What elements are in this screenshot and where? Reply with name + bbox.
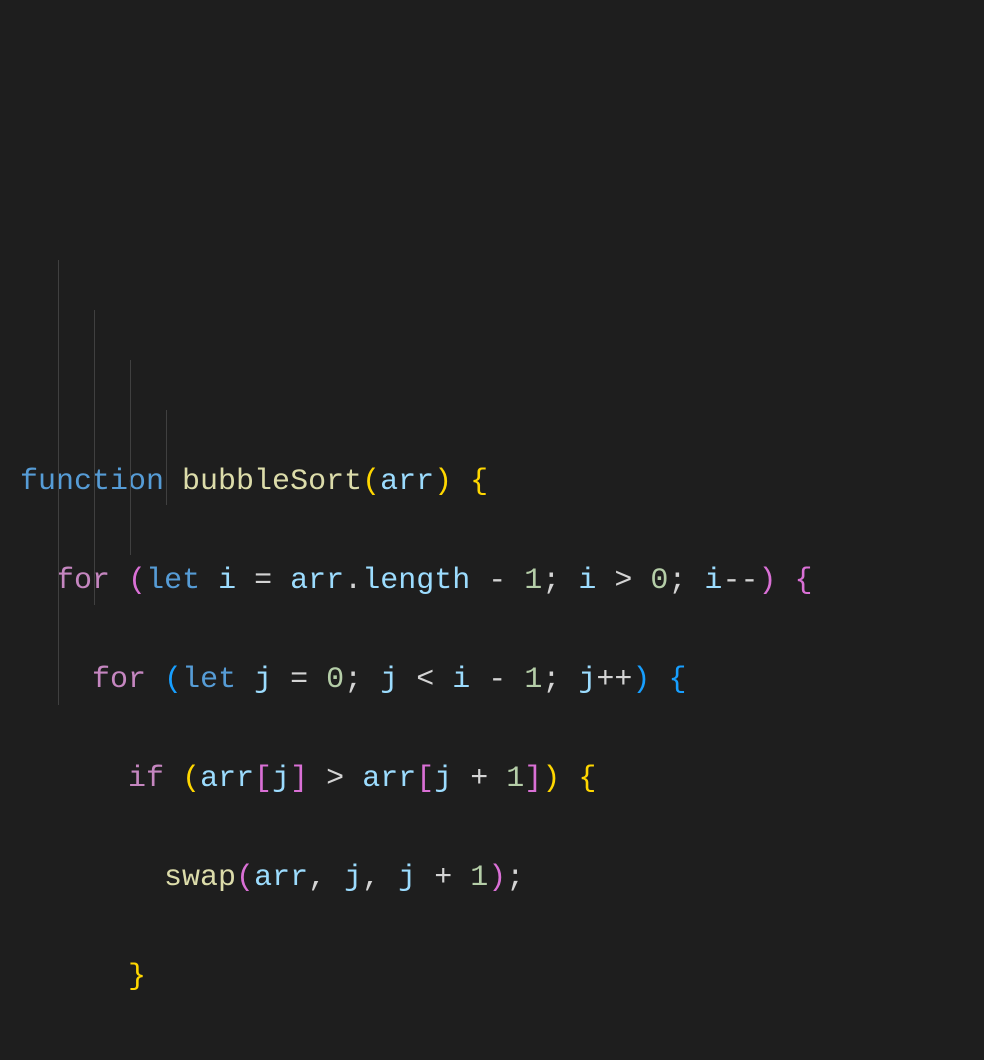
code-line: for (let j = 0; j < i - 1; j++) { — [20, 656, 964, 706]
operator: + — [434, 861, 452, 895]
variable: j — [254, 663, 272, 697]
variable: i — [704, 564, 722, 598]
variable: j — [380, 663, 398, 697]
brace-open: { — [470, 465, 488, 499]
keyword-let: let — [146, 564, 200, 598]
paren-close: ) — [758, 564, 776, 598]
comma: , — [308, 861, 326, 895]
operator: < — [416, 663, 434, 697]
variable: i — [452, 663, 470, 697]
semicolon: ; — [668, 564, 686, 598]
indent-guide — [166, 410, 167, 505]
paren-open: ( — [164, 663, 182, 697]
keyword-if: if — [128, 762, 164, 796]
paren-open: ( — [236, 861, 254, 895]
comma: , — [362, 861, 380, 895]
variable: j — [272, 762, 290, 796]
function-name: bubbleSort — [182, 465, 362, 499]
operator: > — [326, 762, 344, 796]
keyword-for: for — [56, 564, 110, 598]
operator: - — [488, 663, 506, 697]
code-line: for (let i = arr.length - 1; i > 0; i--)… — [20, 557, 964, 607]
bracket-open: [ — [416, 762, 434, 796]
variable: i — [218, 564, 236, 598]
semicolon: ; — [506, 861, 524, 895]
number: 0 — [650, 564, 668, 598]
bracket-open: [ — [254, 762, 272, 796]
keyword-function: function — [20, 465, 164, 499]
paren-open: ( — [128, 564, 146, 598]
operator: = — [254, 564, 272, 598]
semicolon: ; — [542, 564, 560, 598]
variable: j — [578, 663, 596, 697]
operator: > — [614, 564, 632, 598]
code-editor: function bubbleSort(arr) { for (let i = … — [20, 210, 964, 1060]
brace-open: { — [668, 663, 686, 697]
number: 1 — [524, 663, 542, 697]
operator: -- — [722, 564, 758, 598]
property: length — [362, 564, 470, 598]
number: 1 — [524, 564, 542, 598]
bracket-close: ] — [524, 762, 542, 796]
code-line: } — [20, 953, 964, 1003]
number: 0 — [326, 663, 344, 697]
brace-open: { — [578, 762, 596, 796]
paren-open: ( — [362, 465, 380, 499]
brace-open: { — [794, 564, 812, 598]
semicolon: ; — [344, 663, 362, 697]
operator: ++ — [596, 663, 632, 697]
indent-guide — [94, 310, 95, 605]
indent-guide — [58, 260, 59, 705]
variable: j — [344, 861, 362, 895]
variable: arr — [362, 762, 416, 796]
code-line: if (arr[j] > arr[j + 1]) { — [20, 755, 964, 805]
brace-close: } — [128, 960, 146, 994]
dot: . — [344, 564, 362, 598]
bracket-close: ] — [290, 762, 308, 796]
paren-close: ) — [488, 861, 506, 895]
paren-open: ( — [182, 762, 200, 796]
paren-close: ) — [434, 465, 452, 499]
paren-close: ) — [542, 762, 560, 796]
variable: arr — [290, 564, 344, 598]
parameter: arr — [380, 465, 434, 499]
operator: - — [488, 564, 506, 598]
function-call: swap — [164, 861, 236, 895]
code-line: function bubbleSort(arr) { — [20, 458, 964, 508]
semicolon: ; — [542, 663, 560, 697]
variable: arr — [254, 861, 308, 895]
number: 1 — [470, 861, 488, 895]
variable: j — [398, 861, 416, 895]
variable: j — [434, 762, 452, 796]
number: 1 — [506, 762, 524, 796]
variable: arr — [200, 762, 254, 796]
keyword-for: for — [92, 663, 146, 697]
code-line: swap(arr, j, j + 1); — [20, 854, 964, 904]
variable: i — [578, 564, 596, 598]
brace-close: } — [92, 1059, 110, 1060]
operator: + — [470, 762, 488, 796]
keyword-let: let — [182, 663, 236, 697]
code-line: } — [20, 1052, 964, 1060]
indent-guide — [130, 360, 131, 555]
operator: = — [290, 663, 308, 697]
paren-close: ) — [632, 663, 650, 697]
